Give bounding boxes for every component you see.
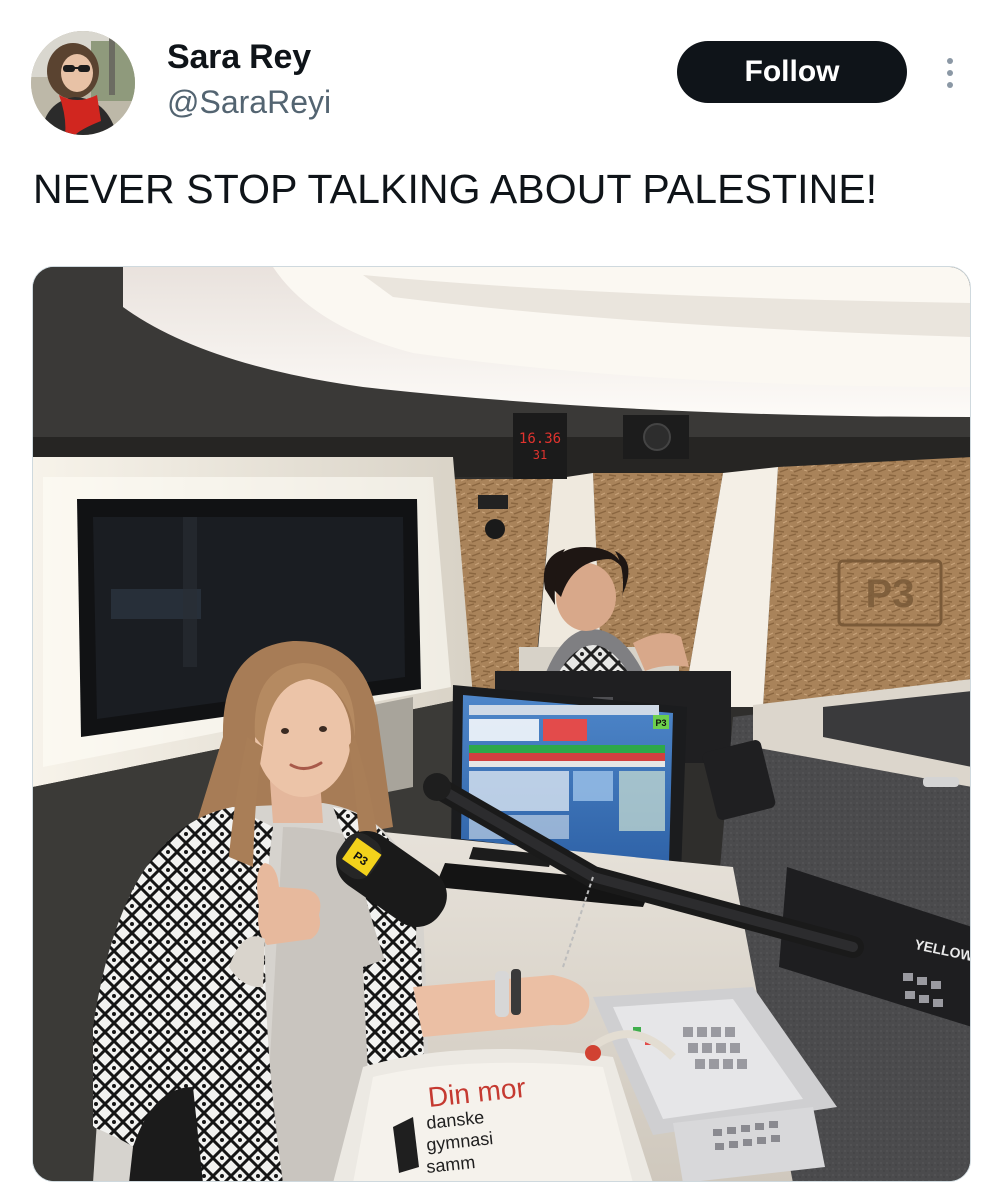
follow-button[interactable]: Follow [677, 41, 907, 103]
more-options-icon[interactable] [930, 50, 970, 96]
author-display-name[interactable]: Sara Rey [167, 36, 331, 78]
more-dot [947, 82, 953, 88]
tweet-card: Sara Rey @SaraReyi Follow NEVER STOP TAL… [0, 0, 1002, 1200]
author-avatar[interactable] [31, 31, 135, 135]
clock-time: 16.36 [519, 431, 561, 447]
more-dot [947, 58, 953, 64]
author-handle[interactable]: @SaraReyi [167, 82, 331, 122]
more-dot [947, 70, 953, 76]
wall-sign: P3 [866, 572, 915, 616]
monitor-badge: P3 [655, 718, 666, 728]
clock-seconds: 31 [533, 448, 547, 462]
tweet-text: NEVER STOP TALKING ABOUT PALESTINE! [33, 166, 878, 212]
author-block: Sara Rey @SaraReyi [167, 36, 331, 122]
tweet-photo[interactable]: P3 16.36 31 P3 YELLOW P3 Din mor danske … [32, 266, 971, 1182]
